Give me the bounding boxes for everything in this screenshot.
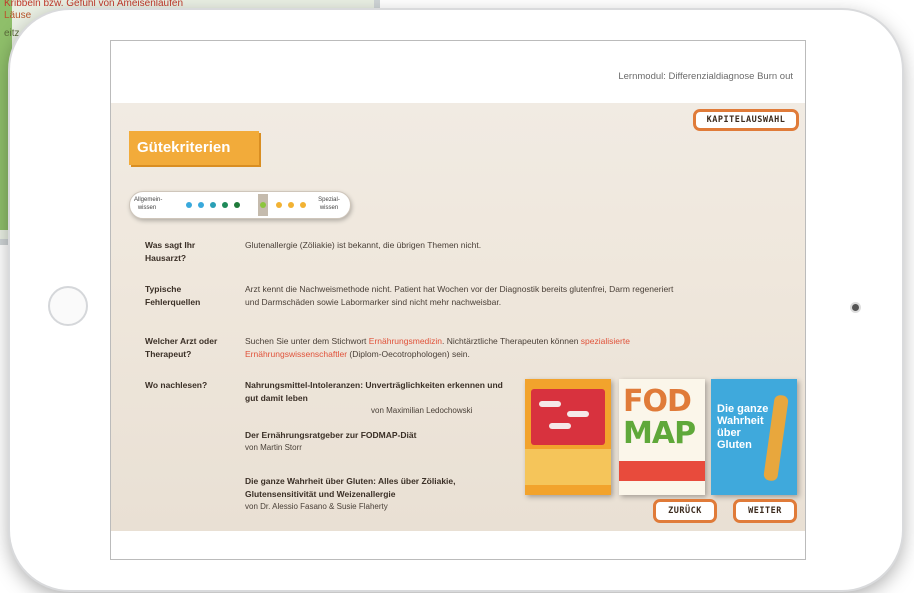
book-title: Der Ernährungsratgeber zur FODMAP-Diät [245, 430, 417, 440]
scale-dot [210, 202, 216, 208]
row-label-arzt: Welcher Arzt oder Therapeut? [145, 336, 218, 359]
book-cover-gluten[interactable]: Die ganze Wahrheit über Gluten [711, 379, 797, 495]
knowledge-scale: Allgemein-wissen Spezial-wissen [129, 191, 351, 219]
back-button[interactable]: ZURÜCK [653, 499, 717, 523]
scale-left-label: Allgemein-wissen [134, 197, 163, 211]
book-cover-intoleranzen[interactable] [525, 379, 611, 495]
camera-icon [852, 304, 859, 311]
chapter-select-button[interactable]: KAPITELAUSWAHL [693, 109, 799, 131]
link-ernaehrungsmedizin[interactable]: Ernährungsmedizin [369, 336, 442, 346]
row-label-nachlesen: Wo nachlesen? [145, 380, 208, 390]
lesson-content: KAPITELAUSWAHL Gütekriterien Allgemein-w… [111, 103, 805, 531]
book-author: von Dr. Alessio Fasano & Susie Flaherty [245, 502, 388, 511]
book-title: Die ganze Wahrheit über Gluten: Alles üb… [245, 476, 456, 499]
row-text-part: Suchen Sie unter dem Stichwort [245, 336, 369, 346]
scale-dot [198, 202, 204, 208]
cover-band [525, 449, 611, 485]
cover-title: MAP [623, 416, 696, 451]
scale-dot [260, 202, 266, 208]
tablet-screen: Lernmodul: Differenzialdiagnose Burn out… [110, 40, 806, 560]
book-title: Nahrungsmittel-Intoleranzen: Unverträgli… [245, 380, 503, 403]
scale-dot [186, 202, 192, 208]
book-cover-fodmap[interactable]: FOD MAP [619, 379, 705, 495]
scale-dot [300, 202, 306, 208]
row-label-hausarzt: Was sagt Ihr Hausarzt? [145, 240, 196, 263]
section-title: Gütekriterien [129, 131, 259, 165]
cover-decoration [539, 401, 561, 407]
module-title: Lernmodul: Differenzialdiagnose Burn out [618, 71, 793, 82]
background-text-line: Kribbeln bzw. Gefühl von Ameisenlaufen [4, 0, 183, 9]
row-label-fehlerquellen: Typische Fehlerquellen [145, 284, 201, 307]
scale-right-label: Spezial-wissen [318, 197, 340, 211]
screen-header: Lernmodul: Differenzialdiagnose Burn out [111, 41, 805, 103]
scale-dot [288, 202, 294, 208]
scale-dot [276, 202, 282, 208]
cover-title: FOD [623, 384, 692, 419]
row-text-part: . Nichtärztliche Therapeuten können [442, 336, 581, 346]
home-button[interactable] [48, 286, 88, 326]
screen-footer [111, 531, 805, 559]
row-text-arzt: Suchen Sie unter dem Stichwort Ernährung… [245, 335, 675, 361]
cover-decoration [549, 423, 571, 429]
cover-decoration [567, 411, 589, 417]
background-text-line: eitz [4, 28, 20, 39]
cover-band [619, 461, 705, 481]
cover-image [531, 389, 605, 445]
row-text-hausarzt: Glutenallergie (Zöliakie) ist bekannt, d… [245, 240, 482, 250]
book-author: von Martin Storr [245, 443, 302, 452]
book-author: von Maximilian Ledochowski [371, 406, 473, 415]
row-text-part: (Diplom-Oecotrophologen) sein. [347, 349, 470, 359]
scale-dot [234, 202, 240, 208]
row-text-fehlerquellen: Arzt kennt die Nachweismethode nicht. Pa… [245, 284, 674, 307]
next-button[interactable]: WEITER [733, 499, 797, 523]
background-text-line: Läuse [4, 10, 32, 21]
scale-dot [222, 202, 228, 208]
